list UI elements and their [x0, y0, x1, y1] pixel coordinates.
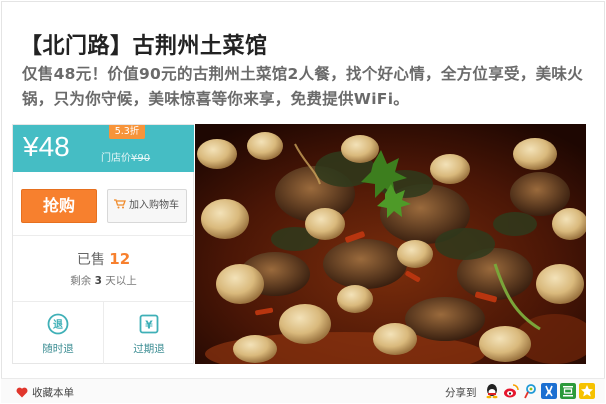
shopping-cart-icon [114, 199, 126, 209]
time-remaining: 剩余 3 天以上 [13, 273, 194, 288]
price-bar: ¥48 5.3折 门店价¥90 [13, 125, 194, 172]
refund-anytime-label: 随时退 [42, 343, 74, 355]
remain-suffix: 天以上 [105, 275, 137, 287]
douban-icon[interactable] [560, 383, 576, 399]
food-image [195, 124, 586, 364]
add-to-cart-button[interactable]: 加入购物车 [107, 189, 187, 223]
discount-badge: 5.3折 [109, 125, 145, 139]
deal-subtitle: 仅售48元！价值90元的古荆州土菜馆2人餐，找个好心情，全方位享受，美味火锅，只… [22, 65, 584, 108]
refund-anytime-glyph: 退 [53, 319, 63, 331]
refund-expired-glyph: ¥ [145, 319, 153, 332]
renren-icon[interactable] [541, 383, 557, 399]
remain-days: 3 [94, 275, 102, 287]
refund-expired-label: 过期退 [133, 343, 165, 355]
divider [13, 235, 194, 236]
refund-circle-icon: 退 [47, 313, 69, 335]
sold-count: 已售 12 [13, 249, 194, 269]
remain-prefix: 剩余 [70, 275, 92, 287]
deal-title: 【北门路】古荆州土菜馆 [20, 34, 268, 59]
footer-bar: 收藏本单 分享到 [1, 378, 605, 403]
refund-anytime-guarantee[interactable]: 退 随时退 [13, 313, 103, 356]
original-price: 门店价¥90 [101, 149, 150, 164]
refund-expired-guarantee[interactable]: ¥ 过期退 [104, 313, 194, 356]
qzone-icon[interactable] [579, 383, 595, 399]
sold-label: 已售 [76, 252, 105, 268]
qq-icon[interactable] [484, 383, 500, 399]
sold-number: 12 [109, 250, 131, 268]
original-price-label: 门店价 [101, 153, 131, 164]
hotpot-food-photo [195, 124, 586, 364]
favorite-label: 收藏本单 [32, 387, 74, 399]
heart-icon [16, 387, 28, 398]
favorite-button[interactable]: 收藏本单 [16, 385, 74, 400]
buy-now-button[interactable]: 抢购 [21, 189, 97, 223]
weibo-icon[interactable] [503, 383, 519, 399]
share-label: 分享到 [445, 387, 477, 399]
deal-price: ¥48 [23, 131, 70, 162]
tencent-weibo-icon[interactable] [522, 383, 538, 399]
refund-yen-icon: ¥ [139, 314, 159, 334]
price-panel: ¥48 5.3折 门店价¥90 抢购 加入购物车 已售 12 剩余 3 天以上 … [12, 124, 194, 364]
original-price-value: ¥90 [131, 153, 151, 164]
add-to-cart-label: 加入购物车 [129, 200, 179, 211]
